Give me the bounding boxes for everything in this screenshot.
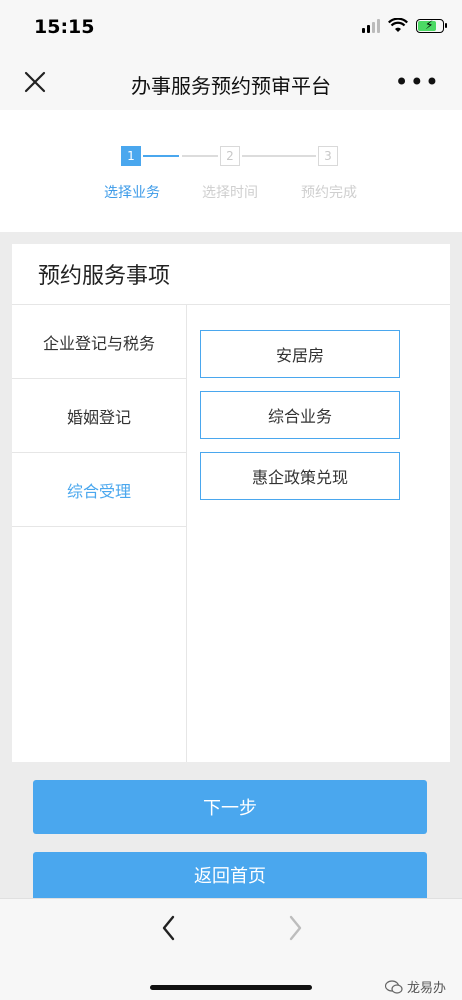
- category-item-marriage[interactable]: 婚姻登记: [12, 379, 186, 453]
- home-indicator: [150, 985, 312, 990]
- return-home-button[interactable]: 返回首页: [33, 852, 427, 898]
- step-line-active: [143, 155, 179, 157]
- more-menu-icon[interactable]: •••: [395, 68, 440, 96]
- step-2-label: 选择时间: [202, 185, 258, 201]
- option-housing-button[interactable]: 安居房: [200, 330, 400, 378]
- next-step-button[interactable]: 下一步: [33, 780, 427, 834]
- panel-title: 预约服务事项: [38, 264, 171, 289]
- category-item-enterprise[interactable]: 企业登记与税务: [12, 305, 186, 379]
- main-content: 预约服务事项 企业登记与税务 婚姻登记 综合受理 安居房 综合业务 惠企政策兑现…: [0, 232, 462, 898]
- category-item-comprehensive[interactable]: 综合受理: [12, 453, 186, 527]
- signal-icon: [362, 18, 380, 33]
- option-list: 安居房 综合业务 惠企政策兑现: [188, 305, 450, 762]
- option-enterprise-policy-button[interactable]: 惠企政策兑现: [200, 452, 400, 500]
- service-panel: 预约服务事项 企业登记与税务 婚姻登记 综合受理 安居房 综合业务 惠企政策兑现: [12, 244, 450, 762]
- status-time: 15:15: [34, 16, 95, 38]
- step-line: [242, 155, 316, 157]
- step-indicator: 1 2 3 选择业务 选择时间 预约完成: [0, 110, 462, 232]
- step-line: [182, 155, 218, 157]
- wifi-icon: [388, 18, 408, 32]
- step-3-number: 3: [318, 146, 338, 166]
- watermark: 龙易办: [384, 977, 446, 996]
- option-general-business-button[interactable]: 综合业务: [200, 391, 400, 439]
- forward-arrow-icon[interactable]: [284, 913, 306, 943]
- status-bar: 15:15 ⚡: [0, 0, 462, 56]
- page-title: 办事服务预约预审平台: [131, 74, 331, 98]
- step-3-label: 预约完成: [301, 185, 357, 201]
- nav-bar: 办事服务预约预审平台 •••: [0, 56, 462, 110]
- browser-toolbar: 龙易办: [0, 898, 462, 1000]
- step-2-number: 2: [220, 146, 240, 166]
- step-1-number: 1: [121, 146, 141, 166]
- battery-icon: ⚡: [416, 18, 447, 33]
- category-list: 企业登记与税务 婚姻登记 综合受理: [12, 305, 187, 762]
- back-arrow-icon[interactable]: [158, 913, 180, 943]
- watermark-text: 龙易办: [406, 981, 446, 996]
- step-1-label: 选择业务: [104, 185, 160, 201]
- status-icons: ⚡: [362, 18, 447, 33]
- wechat-icon: [384, 979, 403, 994]
